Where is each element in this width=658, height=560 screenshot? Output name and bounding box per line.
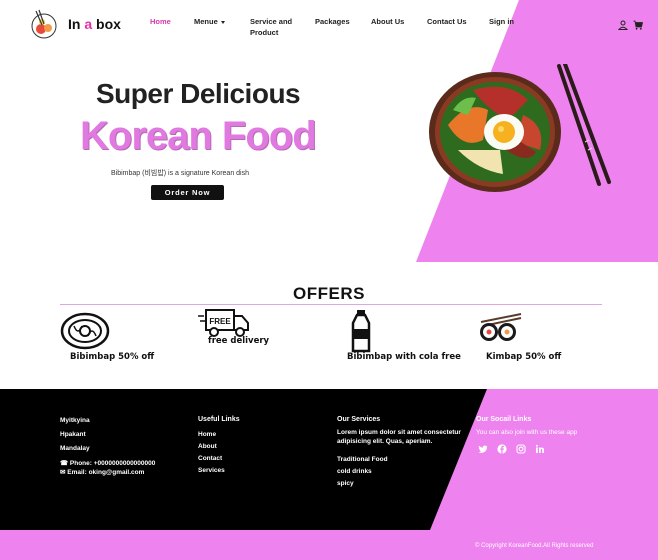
linkedin-icon[interactable] bbox=[535, 444, 545, 454]
chevron-down-icon bbox=[220, 20, 225, 24]
hero-title-line1: Super Delicious bbox=[96, 78, 301, 109]
nav-service-and-product[interactable]: Service and Product bbox=[250, 16, 300, 38]
kimbap-icon bbox=[480, 313, 522, 341]
facebook-icon[interactable] bbox=[497, 444, 507, 454]
instagram-icon[interactable] bbox=[516, 444, 526, 454]
hero-title-line2: Korean Food bbox=[80, 114, 317, 158]
footer-phone: ☎ Phone: +0000000000000000 bbox=[60, 460, 156, 467]
hero-section: In a box Home Menue Service and Product … bbox=[0, 0, 658, 262]
nav-about-us[interactable]: About Us bbox=[371, 16, 404, 27]
delivery-truck-icon: FREE bbox=[198, 309, 249, 337]
bottle-icon bbox=[351, 310, 371, 353]
offer-label-kimbap: Kimbap 50% off bbox=[486, 352, 562, 362]
copyright-text: © Copyright KoreanFood.All Rights reserv… bbox=[475, 543, 594, 549]
bowl-icon bbox=[60, 312, 110, 350]
offers-divider bbox=[60, 304, 602, 305]
navbar: In a box Home Menue Service and Product … bbox=[0, 0, 658, 48]
user-icon[interactable] bbox=[618, 20, 628, 30]
logo-icon[interactable] bbox=[28, 9, 60, 41]
nav-sign-in[interactable]: Sign in bbox=[489, 16, 514, 27]
phone-icon: ☎ bbox=[60, 460, 70, 467]
service-spicy: spicy bbox=[337, 480, 354, 487]
footer-link-about[interactable]: About bbox=[198, 443, 217, 450]
offers-title: OFFERS bbox=[293, 284, 365, 303]
nav-contact-us[interactable]: Contact Us bbox=[427, 16, 467, 27]
footer-link-services[interactable]: Services bbox=[198, 467, 225, 474]
nav-menue[interactable]: Menue bbox=[194, 16, 225, 27]
chopsticks-image bbox=[557, 64, 611, 186]
service-cold-drinks: cold drinks bbox=[337, 468, 372, 475]
footer: Myitkyina Hpakant Mandalay ☎ Phone: +000… bbox=[0, 389, 658, 560]
location-myitkyina: Myitkyina bbox=[60, 417, 90, 424]
hero-subtitle: Bibimbap (비빔밥) is a signature Korean dis… bbox=[111, 170, 249, 177]
footer-email: ✉ Email: oking@gmail.com bbox=[60, 469, 145, 476]
useful-links-title: Useful Links bbox=[198, 416, 240, 423]
nav-packages[interactable]: Packages bbox=[315, 16, 350, 27]
social-links-text: You can also join with us these app bbox=[476, 429, 578, 436]
offer-label-bibimbap: Bibimbap 50% off bbox=[70, 352, 155, 362]
footer-link-contact[interactable]: Contact bbox=[198, 455, 222, 462]
order-now-button[interactable]: Order Now bbox=[151, 185, 224, 200]
offer-label-cola: Bibimbap with cola free bbox=[347, 352, 461, 362]
location-mandalay: Mandalay bbox=[60, 445, 90, 452]
services-text-line1: Lorem ipsum dolor sit amet consectetur bbox=[337, 429, 461, 436]
services-title: Our Services bbox=[337, 416, 381, 423]
cart-icon[interactable] bbox=[633, 20, 643, 30]
svg-text:FREE: FREE bbox=[209, 317, 231, 326]
offer-label-free-delivery: free delivery bbox=[208, 336, 270, 346]
social-links-title: Our Socail Links bbox=[476, 416, 532, 423]
bibimbap-bowl-image bbox=[429, 72, 561, 192]
location-hpakant: Hpakant bbox=[60, 431, 86, 438]
services-text-line2: adipisicing elit. Quas, aperiam. bbox=[337, 438, 433, 445]
footer-link-home[interactable]: Home bbox=[198, 431, 216, 438]
brand-name[interactable]: In a box bbox=[68, 16, 121, 32]
service-traditional-food: Traditional Food bbox=[337, 456, 388, 463]
twitter-icon[interactable] bbox=[478, 444, 488, 454]
nav-home[interactable]: Home bbox=[150, 16, 171, 27]
